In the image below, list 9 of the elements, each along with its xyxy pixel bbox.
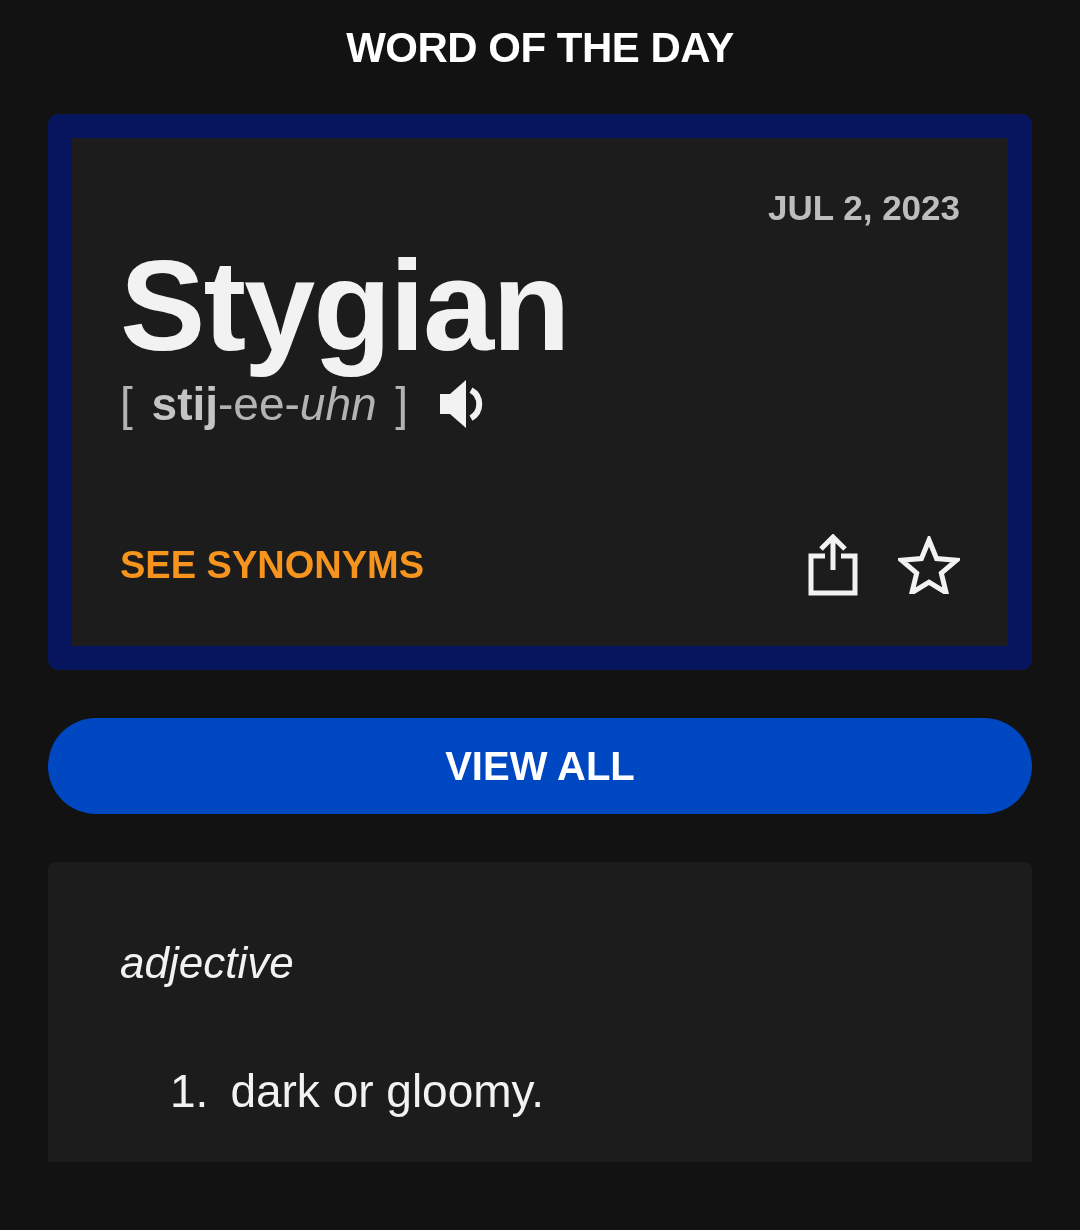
part-of-speech: adjective — [120, 938, 294, 988]
see-synonyms-link[interactable]: SEE SYNONYMS — [120, 543, 425, 587]
page-title: WORD OF THE DAY — [345, 24, 735, 72]
sense-number: 1. — [170, 1064, 209, 1118]
view-all-button[interactable]: VIEW ALL — [48, 718, 1032, 814]
pronunciation: [ stij-ee-uhn ] — [120, 377, 409, 431]
date-label: JUL 2, 2023 — [768, 188, 960, 228]
definition-text: dark or gloomy. — [230, 1064, 544, 1118]
headword: Stygian — [120, 236, 570, 377]
